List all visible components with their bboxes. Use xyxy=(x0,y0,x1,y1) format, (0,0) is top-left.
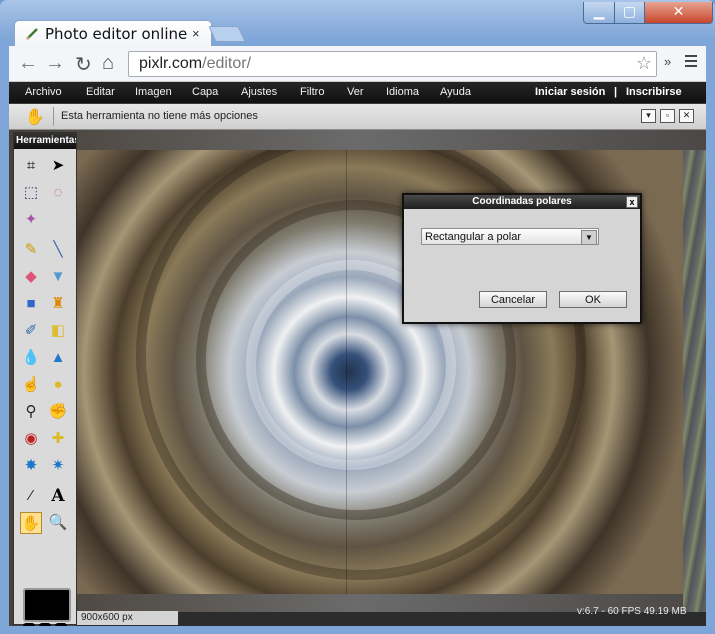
browser-tab[interactable]: Photo editor online × xyxy=(14,20,212,47)
tab-title: Photo editor online xyxy=(45,25,188,43)
drawing-tool-icon[interactable]: ◧ xyxy=(47,320,69,342)
tool-options-bar: ✋ Esta herramienta no tiene más opciones… xyxy=(9,104,706,130)
menu-filtro[interactable]: Filtro xyxy=(300,86,324,98)
options-message: Esta herramienta no tiene más opciones xyxy=(61,110,258,122)
stamp-tool-icon[interactable]: ♜ xyxy=(47,293,69,315)
browser-menu-icon[interactable] xyxy=(685,55,697,70)
chevron-down-icon[interactable]: ▼ xyxy=(581,230,597,245)
close-window-button[interactable]: ✕ xyxy=(644,2,713,24)
menu-separator: | xyxy=(614,86,618,98)
wand-tool-icon[interactable]: ✦ xyxy=(20,209,42,231)
crop-tool-icon[interactable]: ⌗ xyxy=(20,155,42,177)
bucket-tool-icon[interactable]: ▼ xyxy=(47,266,69,288)
reload-icon[interactable]: ↻ xyxy=(75,52,92,77)
panel-minimize-icon[interactable]: ▾ xyxy=(641,109,656,123)
dodge-tool-icon[interactable]: ⚲ xyxy=(20,401,42,423)
extensions-overflow-icon[interactable]: » xyxy=(664,54,671,69)
mode-select-value: Rectangular a polar xyxy=(425,231,522,243)
url-text: pixlr.com/editor/ xyxy=(139,55,251,73)
menu-editar[interactable]: Editar xyxy=(86,86,115,98)
login-link[interactable]: Iniciar sesión xyxy=(535,86,605,98)
url-path: /editor/ xyxy=(202,55,252,72)
app-menubar: Archivo Editar Imagen Capa Ajustes Filtr… xyxy=(9,82,706,103)
tools-panel-title: Herramientas xyxy=(14,133,76,149)
brush-tool-icon[interactable]: ╲ xyxy=(47,239,69,261)
gradient-tool-icon[interactable]: ■ xyxy=(20,293,42,315)
pinch-tool-icon[interactable]: ✷ xyxy=(47,455,69,477)
hand-tool-icon[interactable]: ✋ xyxy=(20,512,42,534)
blur-tool-icon[interactable]: 💧 xyxy=(20,347,42,369)
tab-close-icon[interactable]: × xyxy=(192,26,200,41)
menu-ajustes[interactable]: Ajustes xyxy=(241,86,277,98)
pixlr-editor: Archivo Editar Imagen Capa Ajustes Filtr… xyxy=(9,82,706,626)
menu-idioma[interactable]: Idioma xyxy=(386,86,419,98)
dialog-title: Coordinadas polares x xyxy=(404,195,640,209)
zoom-tool-icon[interactable]: 🔍 xyxy=(47,512,69,534)
dialog-close-icon[interactable]: x xyxy=(626,196,638,208)
color-replace-tool-icon[interactable]: ✐ xyxy=(20,320,42,342)
pencil-favicon-icon xyxy=(26,28,38,40)
color-picker-tool-icon[interactable]: ⁄ xyxy=(20,485,42,507)
maximize-button[interactable]: ▢ xyxy=(614,2,645,24)
signup-link[interactable]: Inscribirse xyxy=(626,86,682,98)
panel-close-icon[interactable]: ✕ xyxy=(679,109,694,123)
sponge-tool-icon[interactable]: ● xyxy=(47,374,69,396)
move-tool-icon[interactable]: ➤ xyxy=(47,155,69,177)
address-bar[interactable]: pixlr.com/editor/ ☆ xyxy=(128,51,657,77)
performance-readout: v:6.7 - 60 FPS 49.19 MB xyxy=(577,606,687,617)
forward-arrow-icon[interactable]: → xyxy=(45,52,65,75)
menu-ayuda[interactable]: Ayuda xyxy=(440,86,471,98)
menu-archivo[interactable]: Archivo xyxy=(25,86,62,98)
dialog-title-text: Coordinadas polares xyxy=(472,196,572,207)
home-icon[interactable]: ⌂ xyxy=(102,52,114,75)
smudge-tool-icon[interactable]: ☝ xyxy=(20,374,42,396)
hand-icon: ✋ xyxy=(25,109,45,126)
bloat-tool-icon[interactable]: ✸ xyxy=(20,455,42,477)
text-tool-icon[interactable]: A xyxy=(47,485,69,507)
sharpen-tool-icon[interactable]: ▲ xyxy=(47,347,69,369)
ok-button[interactable]: OK xyxy=(559,291,627,308)
bookmark-star-icon[interactable]: ☆ xyxy=(636,53,652,74)
browser-toolbar: ← → ↻ ⌂ pixlr.com/editor/ ☆ » xyxy=(9,46,706,82)
url-domain: pixlr.com xyxy=(139,55,203,72)
new-tab-button[interactable] xyxy=(208,26,246,42)
burn-tool-icon[interactable]: ✊ xyxy=(47,401,69,423)
back-arrow-icon[interactable]: ← xyxy=(18,52,38,75)
marquee-tool-icon[interactable]: ⬚ xyxy=(20,182,42,204)
foreground-color-swatch[interactable] xyxy=(23,588,71,622)
image-size-field: 900x600 px xyxy=(77,611,178,625)
spot-heal-tool-icon[interactable]: ✚ xyxy=(47,428,69,450)
cancel-button[interactable]: Cancelar xyxy=(479,291,547,308)
polar-coordinates-dialog: Coordinadas polares x Rectangular a pola… xyxy=(402,193,642,324)
menu-capa[interactable]: Capa xyxy=(192,86,218,98)
pencil-tool-icon[interactable]: ✎ xyxy=(20,239,42,261)
lasso-tool-icon[interactable]: ◌ xyxy=(47,182,69,204)
options-divider xyxy=(53,107,54,126)
menu-ver[interactable]: Ver xyxy=(347,86,364,98)
minimize-button[interactable]: ▁ xyxy=(583,2,615,24)
panel-restore-icon[interactable]: ▫ xyxy=(660,109,675,123)
polar-seam xyxy=(346,150,347,594)
tools-panel: Herramientas ⌗ ➤ ⬚ ◌ ✦ ✎ ╲ ◆ ▼ ■ ♜ ✐ ◧ 💧… xyxy=(13,132,77,626)
palette-grid-icon[interactable] xyxy=(23,623,67,626)
menu-imagen[interactable]: Imagen xyxy=(135,86,172,98)
eraser-tool-icon[interactable]: ◆ xyxy=(20,266,42,288)
mode-select[interactable]: Rectangular a polar ▼ xyxy=(421,228,599,245)
red-eye-tool-icon[interactable]: ◉ xyxy=(20,428,42,450)
canvas-overflow-strip xyxy=(683,150,706,626)
